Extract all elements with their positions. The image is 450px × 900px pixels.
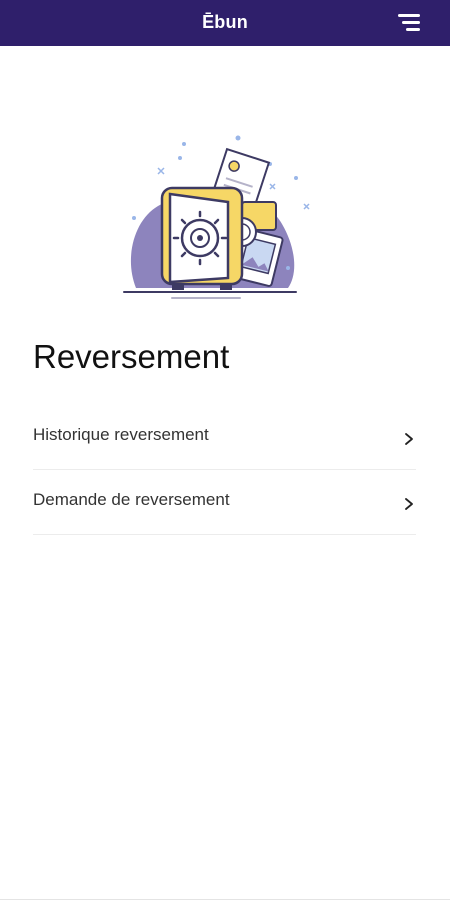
menu-item-label: Historique reversement	[33, 425, 209, 444]
app-title: Ēbun	[202, 12, 248, 32]
menu-button[interactable]	[396, 14, 420, 34]
safe-vault-illustration	[123, 135, 310, 299]
hamburger-menu-line	[402, 21, 420, 24]
top-app-bar: Ēbun	[0, 0, 450, 46]
menu-item-label: Demande de reversement	[33, 490, 230, 509]
hamburger-menu-icon	[398, 14, 420, 17]
reversement-menu-list: Historique reversement Demande de revers…	[33, 405, 416, 535]
hamburger-menu-line	[406, 28, 420, 31]
menu-item-historique-reversement[interactable]: Historique reversement	[33, 405, 416, 470]
chevron-right-icon	[405, 433, 413, 445]
chevron-right-icon	[405, 498, 413, 510]
page-title: Reversement	[33, 338, 230, 375]
menu-item-demande-de-reversement[interactable]: Demande de reversement	[33, 470, 416, 535]
